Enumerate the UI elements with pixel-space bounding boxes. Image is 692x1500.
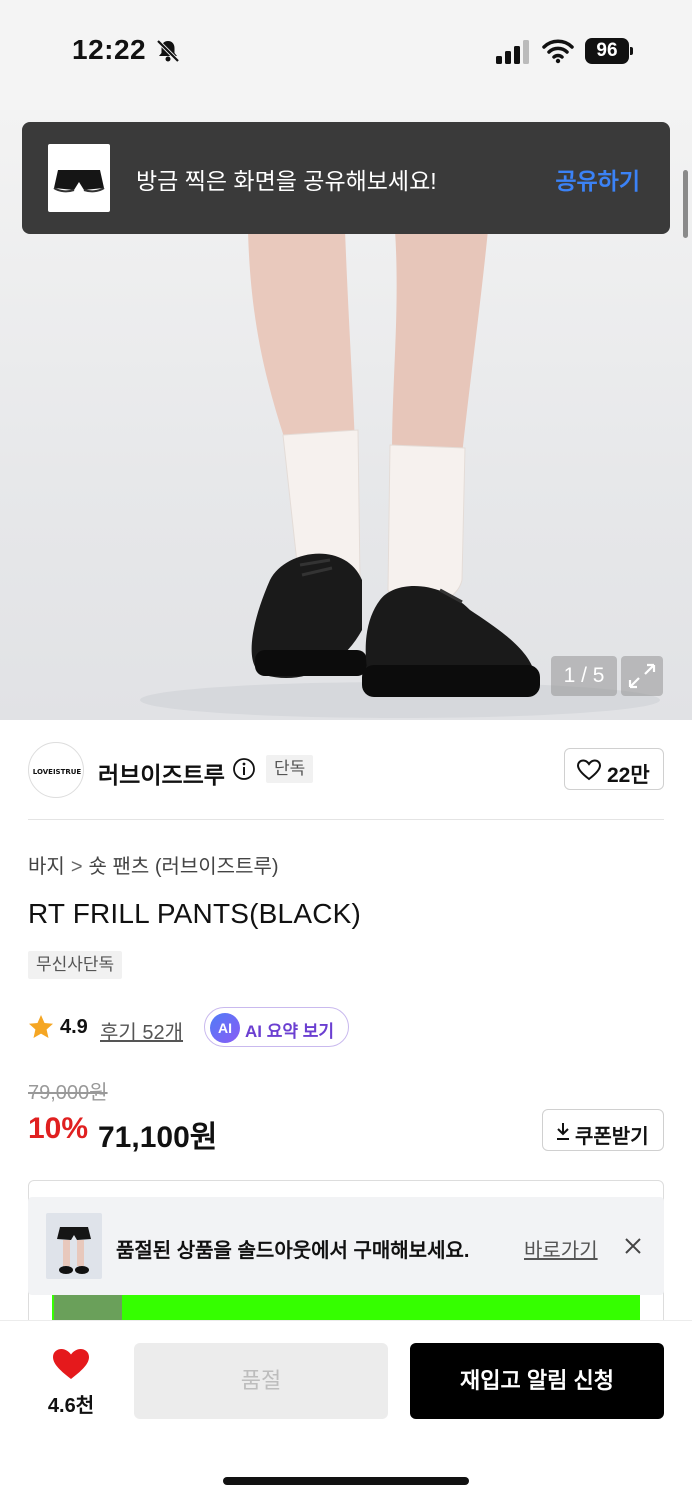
ai-summary-button[interactable]: AI AI 요약 보기 (204, 1007, 349, 1047)
favorite-button[interactable]: 4.6천 (40, 1347, 102, 1417)
status-bar: 12:22 96 (0, 0, 692, 110)
original-price: 79,000원 (28, 1082, 108, 1104)
coupon-button[interactable]: 쿠폰받기 (542, 1109, 664, 1151)
sale-price: 71,100원 (98, 1121, 218, 1154)
share-button[interactable]: 공유하기 (555, 162, 640, 196)
info-icon[interactable] (232, 757, 256, 781)
expand-button[interactable] (621, 656, 663, 696)
product-title: RT FRILL PANTS(BLACK) (28, 898, 362, 929)
soldout-thumbnail (46, 1213, 102, 1279)
brand-like-count: 22만 (607, 764, 650, 787)
battery-icon: 96 (585, 38, 633, 64)
status-time: 12:22 (72, 34, 147, 65)
exclusive-badge: 단독 (266, 755, 314, 783)
soldout-button[interactable]: 품절 (134, 1343, 388, 1419)
heart-outline-icon (577, 759, 601, 781)
close-icon[interactable] (622, 1235, 644, 1257)
expand-icon (628, 663, 656, 689)
divider (28, 819, 664, 820)
reviews-link[interactable]: 후기 52개 (100, 1016, 183, 1045)
exclusive-tag: 무신사단독 (28, 951, 123, 979)
breadcrumb-category[interactable]: 바지 (28, 856, 65, 878)
breadcrumb-subcategory[interactable]: 숏 팬츠 (러브이즈트루) (89, 856, 279, 878)
battery-level: 96 (585, 38, 629, 64)
ai-summary-label: AI 요약 보기 (245, 1022, 335, 1041)
toast-message: 방금 찍은 화면을 공유해보세요! (136, 168, 437, 194)
wifi-icon (542, 39, 574, 64)
heart-filled-icon (53, 1349, 89, 1379)
svg-text:LOVEISTRUE: LOVEISTRUE (33, 768, 82, 776)
favorite-count: 4.6천 (47, 1395, 95, 1417)
ai-icon: AI (210, 1013, 240, 1043)
restock-alert-button[interactable]: 재입고 알림 신청 (410, 1343, 664, 1419)
bell-muted-icon (156, 39, 180, 63)
share-toast: 방금 찍은 화면을 공유해보세요! 공유하기 (22, 122, 670, 234)
brand-row: LOVEISTRUE 러브이즈트루 단독 22만 (0, 720, 692, 820)
breadcrumb-separator: > (70, 856, 83, 878)
rating-score: 4.9 (60, 1016, 88, 1038)
download-icon (557, 1123, 569, 1140)
scroll-indicator (683, 170, 688, 238)
soldout-toast: 품절된 상품을 솔드아웃에서 구매해보세요. 바로가기 (28, 1197, 664, 1295)
cellular-signal-icon (496, 40, 529, 64)
breadcrumb: 바지 > 숏 팬츠 (러브이즈트루) (28, 850, 279, 879)
soldout-link[interactable]: 바로가기 (524, 1234, 598, 1263)
brand-name[interactable]: 러브이즈트루 (98, 756, 225, 790)
toast-thumbnail (48, 144, 110, 212)
home-indicator (223, 1477, 469, 1485)
brand-logo[interactable]: LOVEISTRUE (28, 742, 84, 798)
brand-like-button[interactable]: 22만 (564, 748, 664, 790)
bottom-action-bar: 4.6천 품절 재입고 알림 신청 (0, 1320, 692, 1500)
soldout-message: 품절된 상품을 솔드아웃에서 구매해보세요. (116, 1240, 470, 1262)
coupon-label: 쿠폰받기 (575, 1126, 649, 1148)
image-counter: 1 / 5 (551, 656, 617, 696)
star-icon (29, 1015, 53, 1038)
discount-rate: 10% (28, 1112, 89, 1145)
